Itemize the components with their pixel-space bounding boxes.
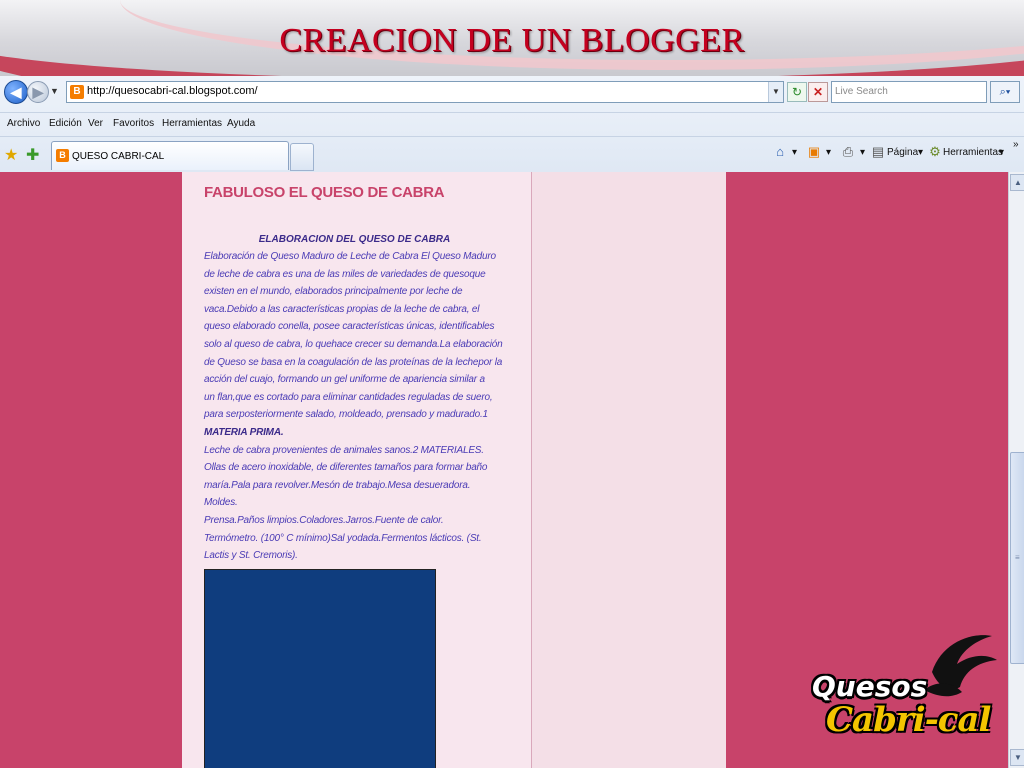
body-line: un flan,que es cortado para eliminar can… (204, 391, 493, 403)
body-line: para serposteriormente salado, moldeado,… (204, 409, 488, 421)
body-line: Prensa.Paños limpios.Coladores.Jarros.Fu… (204, 514, 444, 526)
body-line: existen en el mundo, elaborados principa… (204, 286, 463, 298)
tab-bar: ★ ✚ B QUESO CABRI-CAL ⌂ ▾ ▣ ▾ ⎙ ▾ ▤ Pági… (0, 136, 1024, 173)
menu-archivo[interactable]: Archivo (7, 118, 40, 129)
blog-sidebar (532, 172, 726, 768)
tab-queso-cabri-cal[interactable]: B QUESO CABRI-CAL (51, 141, 289, 170)
scroll-thumb[interactable]: ≡ (1010, 452, 1024, 664)
scroll-down-icon[interactable]: ▼ (1010, 749, 1024, 766)
search-input[interactable]: Live Search (831, 81, 987, 103)
body-line: de Queso se basa en la coagulación de la… (204, 356, 503, 368)
menu-herramientas[interactable]: Herramientas (162, 118, 222, 129)
new-tab-button[interactable] (290, 143, 314, 171)
body-line: Leche de cabra provenientes de animales … (204, 444, 484, 456)
back-icon: ◀ (10, 84, 22, 100)
tools-dropdown-icon[interactable]: ▾ (999, 147, 1004, 158)
rss-dropdown-icon[interactable]: ▾ (826, 147, 831, 158)
post-body: Elaboración de Queso Maduro de Leche de … (204, 248, 509, 565)
forward-icon: ▶ (32, 84, 44, 100)
page-menu[interactable]: Página (887, 147, 918, 158)
forward-button[interactable]: ▶ (27, 81, 49, 103)
address-dropdown-icon[interactable]: ▼ (768, 82, 783, 102)
home-icon[interactable]: ⌂ (772, 144, 788, 160)
body-line: Lactis y St. Cremoris). (204, 550, 298, 562)
grip-icon: ≡ (1015, 553, 1020, 562)
body-line: Ollas de acero inoxidable, de diferentes… (204, 462, 488, 474)
body-line: maría.Pala para revolver.Mesón de trabaj… (204, 479, 471, 491)
menu-ver[interactable]: Ver (88, 118, 103, 129)
print-dropdown-icon[interactable]: ▾ (860, 147, 865, 158)
body-line: queso elaborado conella, posee caracterí… (204, 321, 495, 333)
search-placeholder: Live Search (835, 86, 888, 97)
print-icon[interactable]: ⎙ (840, 144, 856, 160)
body-line: Moldes. (204, 497, 238, 509)
menu-edicion[interactable]: Edición (49, 118, 82, 129)
favorites-star-icon[interactable]: ★ (4, 145, 18, 165)
tools-icon[interactable]: ⚙ (927, 144, 943, 160)
menu-favoritos[interactable]: Favoritos (113, 118, 154, 129)
tab-title: QUESO CABRI-CAL (72, 151, 165, 162)
body-line: solo al queso de cabra, lo quehace crece… (204, 338, 503, 350)
blogger-favicon-icon: B (70, 85, 84, 99)
search-button[interactable]: ⌕▾ (990, 81, 1020, 103)
page-icon[interactable]: ▤ (870, 144, 886, 160)
body-line: Termómetro. (100° C mínimo)Sal yodada.Fe… (204, 532, 482, 544)
menu-ayuda[interactable]: Ayuda (227, 118, 255, 129)
post-image (204, 569, 436, 768)
materia-prima-heading: MATERIA PRIMA. (204, 426, 284, 438)
chevron-more-icon[interactable]: » (1013, 139, 1019, 150)
body-line: de leche de cabra es una de las miles de… (204, 268, 486, 280)
post-title[interactable]: FABULOSO EL QUESO DE CABRA (204, 184, 445, 201)
body-line: Elaboración de Queso Maduro de Leche de … (204, 251, 496, 262)
address-url[interactable]: http://quesocabri-cal.blogspot.com/ (87, 85, 258, 97)
slide-title-banner: CREACION DE UN BLOGGER (0, 0, 1024, 76)
blogger-tab-favicon-icon: B (56, 149, 69, 162)
vertical-scrollbar[interactable]: ▲ ≡ ▼ (1008, 172, 1024, 768)
slide-title: CREACION DE UN BLOGGER (279, 22, 745, 59)
blog-post-column: FABULOSO EL QUESO DE CABRA ELABORACION D… (182, 172, 532, 768)
browser-chrome: ◀ ▶ ▼ B http://quesocabri-cal.blogspot.c… (0, 76, 1024, 173)
tools-menu[interactable]: Herramientas (943, 147, 1003, 158)
page-dropdown-icon[interactable]: ▾ (918, 147, 923, 158)
logo-line2: Cabri-cal (826, 700, 991, 740)
rss-feed-icon[interactable]: ▣ (806, 144, 822, 160)
search-icon: ⌕▾ (999, 86, 1011, 98)
back-button[interactable]: ◀ (4, 80, 28, 104)
refresh-icon[interactable]: ↻ (787, 82, 807, 102)
quesos-cabri-cal-logo: Quesos Cabri-cal (812, 632, 1002, 752)
logo-line1: Quesos (812, 670, 928, 703)
stop-icon[interactable]: ✕ (808, 82, 828, 102)
body-line: acción del cuajo, formando un gel unifor… (204, 374, 485, 386)
scroll-up-icon[interactable]: ▲ (1010, 174, 1024, 191)
body-line: vaca.Debido a las características propia… (204, 303, 480, 315)
menu-bar: Archivo Edición Ver Favoritos Herramient… (0, 112, 1024, 135)
home-dropdown-icon[interactable]: ▾ (792, 147, 797, 158)
recent-pages-dropdown-icon[interactable]: ▼ (50, 86, 59, 96)
post-subtitle: ELABORACION DEL QUESO DE CABRA (258, 234, 451, 245)
address-bar[interactable]: B http://quesocabri-cal.blogspot.com/ ▼ (66, 81, 784, 103)
add-favorite-icon[interactable]: ✚ (26, 145, 39, 165)
